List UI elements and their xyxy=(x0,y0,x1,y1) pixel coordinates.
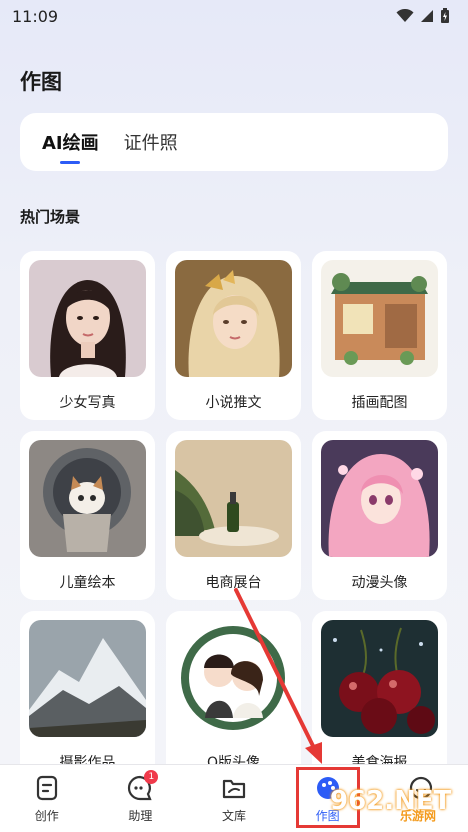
scene-card-picture-book[interactable]: 儿童绘本 xyxy=(20,431,155,600)
fantasy-girl-image xyxy=(175,260,292,377)
scene-card-novel[interactable]: 小说推文 xyxy=(166,251,301,420)
status-icons xyxy=(396,8,450,24)
portrait-girl-image xyxy=(29,260,146,377)
scene-card-anime-avatar[interactable]: 动漫头像 xyxy=(312,431,447,600)
wifi-icon xyxy=(396,9,414,22)
cartoon-cat-image xyxy=(29,440,146,557)
scene-label: 小说推文 xyxy=(205,395,262,411)
section-title: 热门场景 xyxy=(20,208,81,226)
tab-ai-painting[interactable]: AI绘画 xyxy=(42,129,99,155)
scene-card-illustration[interactable]: 插画配图 xyxy=(312,251,447,420)
profile-icon xyxy=(410,776,433,800)
nav-drawing[interactable]: 作图 xyxy=(289,775,367,824)
chibi-couple-image xyxy=(175,620,292,737)
scene-grid: 少女写真 小说推文 插画配图 儿童绘本 电商展台 动漫头像 摄影作品 Q版头像 … xyxy=(20,251,448,780)
document-icon xyxy=(36,775,57,801)
scene-label: 电商展台 xyxy=(205,575,262,591)
scene-card-ecommerce[interactable]: 电商展台 xyxy=(166,431,301,600)
chat-bubble-icon-wrap: 1 xyxy=(127,770,159,801)
tab-bar: AI绘画 证件照 xyxy=(20,113,448,171)
signal-icon xyxy=(421,10,433,22)
nav-assistant[interactable]: 1 助理 xyxy=(101,770,179,824)
bottom-nav: 创作 1 助理 文库 作图 xyxy=(0,764,468,832)
palette-icon xyxy=(316,777,339,799)
notification-badge: 1 xyxy=(144,770,159,784)
status-time: 11:09 xyxy=(12,6,59,26)
anime-avatar-image xyxy=(321,440,438,557)
scene-card-chibi[interactable]: Q版头像 xyxy=(166,611,301,780)
folder-icon xyxy=(222,779,246,799)
nav-profile[interactable] xyxy=(382,775,460,807)
scene-label: 动漫头像 xyxy=(351,575,408,591)
battery-icon xyxy=(441,8,449,23)
product-display-image xyxy=(175,440,292,557)
scene-card-portrait[interactable]: 少女写真 xyxy=(20,251,155,420)
scene-label: 插画配图 xyxy=(351,395,408,411)
nav-create[interactable]: 创作 xyxy=(8,775,86,824)
status-bar: 11:09 xyxy=(0,0,468,32)
scene-card-photography[interactable]: 摄影作品 xyxy=(20,611,155,780)
mountain-photo-image xyxy=(29,620,146,737)
scene-card-food-poster[interactable]: 美食海报 xyxy=(312,611,447,780)
scene-label: 少女写真 xyxy=(59,395,116,411)
nav-label: 创作 xyxy=(34,809,59,823)
nav-label: 文库 xyxy=(221,809,246,823)
nav-label: 作图 xyxy=(315,809,340,823)
cherries-poster-image xyxy=(321,620,438,737)
storefront-illustration-image xyxy=(321,260,438,377)
tab-id-photo[interactable]: 证件照 xyxy=(124,129,178,155)
scene-label: 儿童绘本 xyxy=(59,575,116,591)
nav-library[interactable]: 文库 xyxy=(195,775,273,824)
page-title: 作图 xyxy=(20,70,62,94)
nav-label: 助理 xyxy=(128,809,153,823)
